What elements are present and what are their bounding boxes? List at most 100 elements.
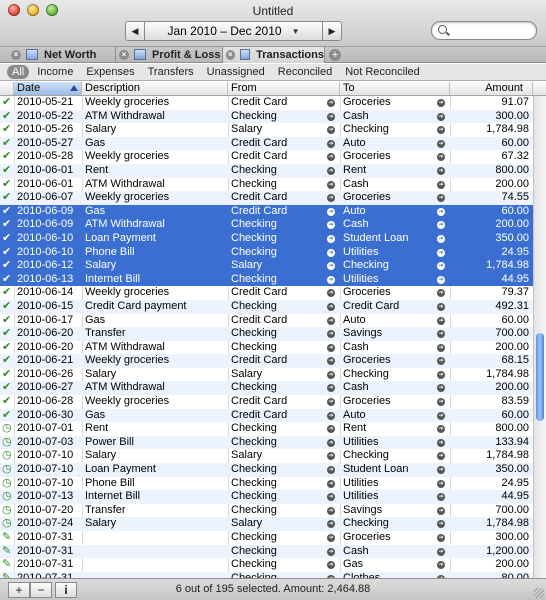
go-to-account-arrow-icon[interactable]: ➔: [437, 112, 445, 121]
go-to-account-arrow-icon[interactable]: ➔: [437, 534, 445, 542]
table-row-selected[interactable]: ✔ 2010-06-13 Internet Bill Checking Utilitie…: [0, 272, 533, 287]
go-to-account-arrow-icon[interactable]: ➔: [327, 248, 335, 257]
go-to-account-arrow-icon[interactable]: ➔: [327, 343, 335, 352]
go-to-account-arrow-icon[interactable]: ➔: [437, 99, 445, 107]
go-to-account-arrow-icon[interactable]: ➔: [437, 438, 445, 447]
table-row[interactable]: ◷ 2010-07-24 Salary Salary Checking 1,784.98 ➔…: [0, 517, 533, 531]
go-to-account-arrow-icon[interactable]: ➔: [327, 506, 335, 515]
column-header-to[interactable]: To: [340, 82, 450, 95]
go-to-account-arrow-icon[interactable]: ➔: [437, 180, 445, 189]
add-tab-icon[interactable]: +: [329, 48, 341, 61]
table-row-selected[interactable]: ✔ 2010-06-12 Salary Salary Checking 1,784.98 ➔…: [0, 259, 533, 273]
table-row[interactable]: ✔ 2010-06-07 Weekly groceries Credit Card Gr…: [0, 191, 533, 205]
go-to-account-arrow-icon[interactable]: ➔: [437, 316, 445, 325]
go-to-account-arrow-icon[interactable]: ➔: [437, 479, 445, 488]
table-row[interactable]: ✔ 2010-06-30 Gas Credit Card Auto 60.00 ➔ ➔: [0, 408, 533, 423]
table-row[interactable]: ✔ 2010-06-26 Salary Salary Checking 1,784.98 ➔…: [0, 368, 533, 382]
column-header-amount[interactable]: Amount: [450, 82, 533, 95]
table-row[interactable]: ◷ 2010-07-10 Salary Salary Checking 1,784.98 ➔…: [0, 449, 533, 463]
go-to-account-arrow-icon[interactable]: ➔: [437, 139, 445, 148]
filter-all[interactable]: All: [7, 65, 30, 79]
table-row[interactable]: ✔ 2010-06-17 Gas Credit Card Auto 60.00 ➔ ➔: [0, 314, 533, 328]
table-row[interactable]: ◷ 2010-07-01 Rent Checking Rent 800.00 ➔ ➔: [0, 422, 533, 436]
column-header-description[interactable]: Description: [82, 82, 228, 95]
table-row[interactable]: ✎ 2010-07-31 Checking Groceries 300.00 ➔ ➔: [0, 531, 533, 545]
go-to-account-arrow-icon[interactable]: ➔: [437, 398, 445, 407]
go-to-account-arrow-icon[interactable]: ➔: [327, 180, 335, 189]
table-row[interactable]: ◷ 2010-07-13 Internet Bill Checking Utilitie…: [0, 490, 533, 504]
filter-transfers[interactable]: Transfers: [143, 65, 199, 79]
go-to-account-arrow-icon[interactable]: ➔: [437, 411, 445, 420]
table-row[interactable]: ✔ 2010-05-28 Weekly groceries Credit Card Gr…: [0, 150, 533, 164]
table-row[interactable]: ✔ 2010-05-27 Gas Credit Card Auto 60.00 ➔ ➔: [0, 136, 533, 151]
resize-grip-icon[interactable]: [534, 588, 544, 598]
previous-period-button[interactable]: ◀: [126, 22, 145, 40]
date-range-select[interactable]: Jan 2010 – Dec 2010 ▼: [145, 22, 322, 40]
table-row-selected[interactable]: ✔ 2010-06-09 Gas Credit Card Auto 60.00 ➔ ➔: [0, 204, 533, 219]
go-to-account-arrow-icon[interactable]: ➔: [327, 99, 335, 107]
vertical-scrollbar[interactable]: [533, 96, 546, 578]
go-to-account-arrow-icon[interactable]: ➔: [437, 302, 445, 311]
go-to-account-arrow-icon[interactable]: ➔: [437, 343, 445, 352]
table-row[interactable]: ◷ 2010-07-20 Transfer Checking Savings 700.00…: [0, 504, 533, 518]
go-to-account-arrow-icon[interactable]: ➔: [327, 207, 335, 216]
column-header-from[interactable]: From: [228, 82, 340, 95]
search-input[interactable]: [452, 23, 534, 39]
column-header-status[interactable]: [0, 82, 14, 95]
go-to-account-arrow-icon[interactable]: ➔: [327, 479, 335, 488]
go-to-account-arrow-icon[interactable]: ➔: [327, 316, 335, 325]
go-to-account-arrow-icon[interactable]: ➔: [327, 166, 335, 175]
filter-income[interactable]: Income: [32, 65, 78, 79]
go-to-account-arrow-icon[interactable]: ➔: [437, 547, 445, 556]
table-row[interactable]: ◷ 2010-07-10 Loan Payment Checking Student L…: [0, 463, 533, 477]
table-row-selected[interactable]: ✔ 2010-06-09 ATM Withdrawal Checking Cash 200…: [0, 218, 533, 232]
close-tab-icon[interactable]: ×: [119, 49, 129, 60]
table-row[interactable]: ✔ 2010-05-26 Salary Salary Checking 1,784.98 ➔…: [0, 123, 533, 137]
go-to-account-arrow-icon[interactable]: ➔: [327, 370, 335, 379]
table-row[interactable]: ✔ 2010-06-01 Rent Checking Rent 800.00 ➔ ➔: [0, 163, 533, 178]
table-row[interactable]: ✔ 2010-06-28 Weekly groceries Credit Card Gr…: [0, 395, 533, 409]
table-row[interactable]: ✔ 2010-05-21 Weekly groceries Credit Card Gr…: [0, 96, 533, 110]
go-to-account-arrow-icon[interactable]: ➔: [327, 398, 335, 407]
close-tab-icon[interactable]: ×: [226, 49, 235, 60]
go-to-account-arrow-icon[interactable]: ➔: [327, 466, 335, 475]
go-to-account-arrow-icon[interactable]: ➔: [327, 411, 335, 420]
search-field[interactable]: [431, 21, 537, 40]
filter-not-reconciled[interactable]: Not Reconciled: [340, 65, 425, 79]
go-to-account-arrow-icon[interactable]: ➔: [327, 438, 335, 447]
table-row[interactable]: ◷ 2010-07-10 Phone Bill Checking Utilities 24…: [0, 477, 533, 491]
table-row[interactable]: ✔ 2010-06-01 ATM Withdrawal Checking Cash 200…: [0, 178, 533, 192]
go-to-account-arrow-icon[interactable]: ➔: [327, 139, 335, 148]
go-to-account-arrow-icon[interactable]: ➔: [327, 275, 335, 284]
table-row[interactable]: ✎ 2010-07-31 Checking Cash 1,200.00 ➔ ➔: [0, 544, 533, 559]
filter-reconciled[interactable]: Reconciled: [273, 65, 337, 79]
go-to-account-arrow-icon[interactable]: ➔: [437, 234, 445, 243]
go-to-account-arrow-icon[interactable]: ➔: [327, 234, 335, 243]
tab-profit-loss[interactable]: × Profit & Loss: [116, 46, 223, 63]
table-row[interactable]: ◷ 2010-07-03 Power Bill Checking Utilities 13…: [0, 435, 533, 450]
column-header-date[interactable]: Date: [14, 82, 82, 95]
go-to-account-arrow-icon[interactable]: ➔: [437, 506, 445, 515]
close-tab-icon[interactable]: ×: [11, 49, 21, 60]
tab-net-worth[interactable]: × Net Worth: [8, 46, 116, 63]
table-row-selected[interactable]: ✔ 2010-06-10 Phone Bill Checking Utilities 24…: [0, 245, 533, 260]
table-row[interactable]: ✔ 2010-06-20 Transfer Checking Savings 700.00…: [0, 327, 533, 341]
tab-transactions[interactable]: × Transactions: [223, 46, 325, 63]
go-to-account-arrow-icon[interactable]: ➔: [437, 248, 445, 257]
go-to-account-arrow-icon[interactable]: ➔: [437, 275, 445, 284]
filter-unassigned[interactable]: Unassigned: [202, 65, 270, 79]
go-to-account-arrow-icon[interactable]: ➔: [327, 302, 335, 311]
table-row[interactable]: ✔ 2010-06-15 Credit Card payment Checking Cr…: [0, 299, 533, 314]
go-to-account-arrow-icon[interactable]: ➔: [327, 112, 335, 121]
go-to-account-arrow-icon[interactable]: ➔: [327, 547, 335, 556]
table-row[interactable]: ✎ 2010-07-31 Checking Gas 200.00 ➔ ➔: [0, 558, 533, 572]
go-to-account-arrow-icon[interactable]: ➔: [437, 207, 445, 216]
table-row[interactable]: ✔ 2010-05-22 ATM Withdrawal Checking Cash 300…: [0, 109, 533, 124]
filter-expenses[interactable]: Expenses: [81, 65, 139, 79]
table-row[interactable]: ✔ 2010-06-21 Weekly groceries Credit Card Gr…: [0, 354, 533, 368]
table-row-selected[interactable]: ✔ 2010-06-10 Loan Payment Checking Student L…: [0, 231, 533, 246]
scrollbar-thumb[interactable]: [536, 333, 544, 421]
table-row[interactable]: ✔ 2010-06-14 Weekly groceries Credit Card Gr…: [0, 286, 533, 300]
go-to-account-arrow-icon[interactable]: ➔: [327, 534, 335, 542]
go-to-account-arrow-icon[interactable]: ➔: [437, 370, 445, 379]
